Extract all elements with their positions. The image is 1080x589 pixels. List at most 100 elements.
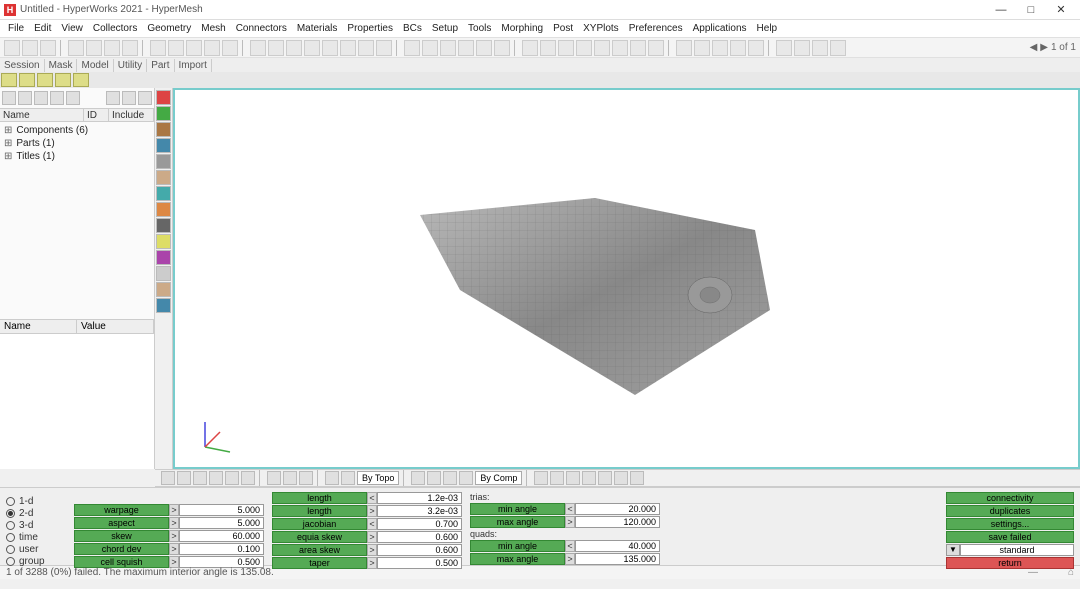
vtool-icon[interactable] [156,282,171,297]
tab-part[interactable]: Part [147,59,174,72]
vtool-icon[interactable] [156,234,171,249]
menu-tools[interactable]: Tools [464,21,495,36]
browser-icon[interactable] [2,91,16,105]
val-length-min[interactable]: 1.2e-03 [377,492,462,504]
tool-icon[interactable] [404,40,420,56]
val-equia-skew[interactable]: 0.600 [377,531,462,543]
menu-xyplots[interactable]: XYPlots [579,21,623,36]
tool-icon[interactable] [522,40,538,56]
tool-icon[interactable] [612,40,628,56]
val-length-max[interactable]: 3.2e-03 [377,505,462,517]
vt-icon[interactable] [598,471,612,485]
display-by-comp[interactable]: By Comp [475,471,522,485]
quads-max-angle[interactable]: max angle [470,553,565,565]
browser-icon[interactable] [18,91,32,105]
viewport-3d[interactable] [173,88,1080,469]
mini-icon[interactable] [1,73,17,87]
prop-col-value[interactable]: Value [77,320,154,333]
vt-icon[interactable] [193,471,207,485]
tool-icon[interactable] [630,40,646,56]
tool-icon[interactable] [730,40,746,56]
mini-icon[interactable] [37,73,53,87]
val-trias-min[interactable]: 20.000 [575,503,660,515]
vt-icon[interactable] [566,471,580,485]
tool-icon[interactable] [40,40,56,56]
close-button[interactable]: ✕ [1046,1,1076,19]
menu-collectors[interactable]: Collectors [89,21,141,36]
sym-toggle[interactable]: < [565,540,575,552]
val-aspect[interactable]: 5.000 [179,517,264,529]
tool-icon[interactable] [440,40,456,56]
menu-connectors[interactable]: Connectors [232,21,291,36]
vt-icon[interactable] [241,471,255,485]
quads-min-angle[interactable]: min angle [470,540,565,552]
menu-geometry[interactable]: Geometry [143,21,195,36]
tool-icon[interactable] [576,40,592,56]
val-area-skew[interactable]: 0.600 [377,544,462,556]
sym-toggle[interactable]: > [367,544,377,556]
tree-parts[interactable]: Parts (1) [4,137,150,150]
vtool-icon[interactable] [156,170,171,185]
val-jacobian[interactable]: 0.700 [377,518,462,530]
vt-icon[interactable] [582,471,596,485]
menu-applications[interactable]: Applications [689,21,751,36]
next-page-icon[interactable]: ▶ [1040,42,1048,53]
vt-icon[interactable] [325,471,339,485]
trias-min-angle[interactable]: min angle [470,503,565,515]
vtool-icon[interactable] [156,90,171,105]
browser-icon[interactable] [122,91,136,105]
browser-icon[interactable] [66,91,80,105]
tool-icon[interactable] [494,40,510,56]
sym-toggle[interactable]: < [367,518,377,530]
sym-toggle[interactable]: > [565,553,575,565]
browser-icon[interactable] [138,91,152,105]
tool-icon[interactable] [250,40,266,56]
mini-icon[interactable] [55,73,71,87]
tool-icon[interactable] [794,40,810,56]
standard-dropdown-arrow[interactable]: ▼ [946,544,960,556]
menu-preferences[interactable]: Preferences [625,21,687,36]
vt-icon[interactable] [550,471,564,485]
check-length-max[interactable]: length [272,505,367,517]
val-trias-max[interactable]: 120.000 [575,516,660,528]
col-name[interactable]: Name [0,109,84,121]
check-chord-dev[interactable]: chord dev [74,543,169,555]
vt-icon[interactable] [161,471,175,485]
menu-materials[interactable]: Materials [293,21,342,36]
sym-toggle[interactable]: < [565,503,575,515]
sym-toggle[interactable]: > [169,530,179,542]
sym-toggle[interactable]: > [169,517,179,529]
tool-icon[interactable] [286,40,302,56]
vtool-icon[interactable] [156,202,171,217]
tab-model[interactable]: Model [77,59,113,72]
tool-icon[interactable] [476,40,492,56]
tool-icon[interactable] [558,40,574,56]
vtool-icon[interactable] [156,106,171,121]
val-warpage[interactable]: 5.000 [179,504,264,516]
check-length-min[interactable]: length [272,492,367,504]
display-by-topo[interactable]: By Topo [357,471,399,485]
browser-icon[interactable] [106,91,120,105]
menu-help[interactable]: Help [753,21,782,36]
tool-icon[interactable] [830,40,846,56]
check-jacobian[interactable]: jacobian [272,518,367,530]
val-taper[interactable]: 0.500 [377,557,462,569]
sym-toggle[interactable]: > [367,557,377,569]
vtool-icon[interactable] [156,298,171,313]
check-taper[interactable]: taper [272,557,367,569]
vt-icon[interactable] [209,471,223,485]
radio-user[interactable]: user [6,544,66,555]
prop-col-name[interactable]: Name [0,320,77,333]
tool-icon[interactable] [304,40,320,56]
menu-mesh[interactable]: Mesh [197,21,229,36]
tool-icon[interactable] [186,40,202,56]
sym-toggle[interactable]: < [367,492,377,504]
tool-icon[interactable] [322,40,338,56]
tool-icon[interactable] [422,40,438,56]
tool-icon[interactable] [812,40,828,56]
standard-dropdown[interactable]: standard [960,544,1074,556]
menu-edit[interactable]: Edit [30,21,55,36]
tool-icon[interactable] [694,40,710,56]
radio-3d[interactable]: 3-d [6,520,66,531]
radio-1d[interactable]: 1-d [6,496,66,507]
